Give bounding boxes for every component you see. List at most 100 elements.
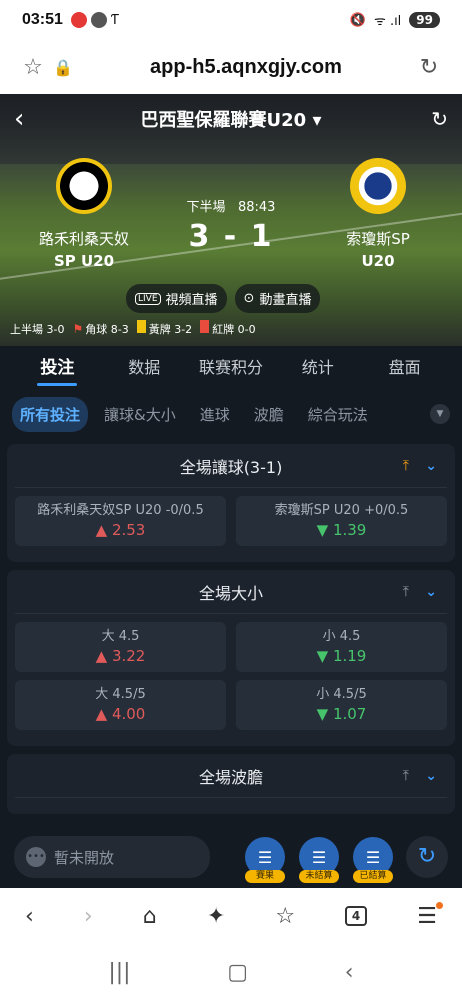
signal-icon: ᯤ .ıl bbox=[373, 14, 402, 29]
odds-number: 2.53 bbox=[111, 521, 146, 539]
odds-number: 4.00 bbox=[111, 705, 146, 723]
period-label: 下半場 bbox=[186, 200, 226, 215]
lock-icon: 🔒 bbox=[53, 57, 73, 77]
section-header[interactable]: 全場讓球(3-1) ⤒ ⌄ bbox=[15, 444, 447, 488]
notification-icons: Ƭ bbox=[70, 12, 119, 28]
home-button-icon[interactable]: ▢ bbox=[227, 960, 248, 985]
odds-value: ▼ 1.39 bbox=[316, 521, 367, 539]
home-team-logo bbox=[56, 158, 112, 214]
pin-top-icon[interactable]: ⤒ bbox=[403, 768, 409, 784]
results-button[interactable]: ☰ 賽果 bbox=[242, 837, 288, 883]
odds-button[interactable]: 小 4.5/5 ▼ 1.07 bbox=[236, 680, 447, 730]
red-cards-text: 紅牌 0-0 bbox=[212, 323, 256, 336]
away-team-logo bbox=[350, 158, 406, 214]
home-icon[interactable]: ⌂ bbox=[143, 904, 157, 929]
battery-indicator: 99 bbox=[409, 12, 440, 28]
reload-icon[interactable]: ↻ bbox=[414, 55, 444, 80]
yellow-cards-stat: 黃牌 3-2 bbox=[136, 320, 193, 337]
odds-row: 大 4.5 ▲ 3.22 小 4.5 ▼ 1.19 bbox=[15, 622, 447, 672]
subtab-correct-score[interactable]: 波膽 bbox=[246, 397, 292, 432]
chat-input-disabled[interactable]: ••• 暫未開放 bbox=[14, 836, 210, 878]
match-center: 下半場 88:43 3 - 1 bbox=[150, 196, 312, 254]
tab-bets[interactable]: 投注 bbox=[14, 346, 101, 392]
yellow-card-icon bbox=[136, 320, 146, 333]
system-back-icon[interactable]: ‹ bbox=[345, 960, 354, 985]
home-team: 路禾利桑天奴 SP U20 bbox=[14, 158, 154, 272]
line-notification-icon bbox=[90, 12, 107, 28]
unsettled-button[interactable]: ☰ 未結算 bbox=[296, 837, 342, 883]
closed-label: 暫未開放 bbox=[54, 848, 115, 867]
odds-button[interactable]: 大 4.5/5 ▲ 4.00 bbox=[15, 680, 226, 730]
bottom-action-bar: ••• 暫未開放 ☰ 賽果 ☰ 未結算 ☰ 已結算 ↻ bbox=[0, 826, 462, 888]
menu-icon[interactable]: ☰ bbox=[417, 901, 443, 929]
video-live-label: 視頻直播 bbox=[165, 293, 218, 308]
match-header: ‹ 巴西聖保羅聯賽U20 ▾ ↻ 路禾利桑天奴 SP U20 下半場 88:43… bbox=[0, 94, 462, 346]
url-text[interactable]: app-h5.aqnxgjy.com bbox=[78, 56, 414, 79]
market-section-correct-score: 全場波膽 ⤒ ⌄ bbox=[7, 754, 455, 814]
bookmark-star-icon[interactable]: ☆ bbox=[18, 55, 48, 80]
refresh-icon[interactable]: ↻ bbox=[418, 107, 448, 131]
home-team-sub: SP U20 bbox=[53, 252, 115, 270]
tab-standings[interactable]: 联赛积分 bbox=[188, 346, 275, 392]
results-label: 賽果 bbox=[245, 870, 285, 883]
pin-top-icon[interactable]: ⤒ bbox=[403, 458, 409, 474]
bookmarks-star-icon[interactable]: ☆ bbox=[275, 904, 295, 929]
away-team-sub: U20 bbox=[361, 252, 395, 270]
tesla-icon: Ƭ bbox=[110, 12, 119, 28]
chevron-down-icon[interactable]: ⌄ bbox=[425, 768, 437, 784]
odds-row: 路禾利桑天奴SP U20 -0/0.5 ▲ 2.53 索瓊斯SP U20 +0/… bbox=[15, 496, 447, 546]
refresh-odds-icon[interactable]: ↻ bbox=[406, 836, 448, 878]
back-arrow-icon[interactable]: ‹ bbox=[14, 104, 44, 134]
subtab-all-bets[interactable]: 所有投注 bbox=[12, 396, 89, 432]
video-live-button[interactable]: LIVE 視頻直播 bbox=[126, 284, 227, 313]
main-tabs: 投注 数据 联赛积分 统计 盘面 bbox=[0, 346, 462, 392]
odds-value: ▲ 4.00 bbox=[95, 705, 146, 723]
odds-button[interactable]: 索瓊斯SP U20 +0/0.5 ▼ 1.39 bbox=[236, 496, 447, 546]
away-team: 索瓊斯SP U20 bbox=[308, 158, 448, 272]
mute-icon: 🔇 bbox=[349, 12, 366, 28]
tabs-count-icon[interactable]: 4 bbox=[345, 906, 368, 926]
odds-label: 大 4.5/5 bbox=[95, 687, 146, 702]
odds-number: 1.39 bbox=[332, 521, 367, 539]
browser-forward-icon[interactable]: › bbox=[84, 904, 93, 929]
first-half-score: 上半場 3-0 bbox=[10, 322, 65, 336]
odds-number: 1.19 bbox=[332, 647, 367, 665]
browser-toolbar: ‹ › ⌂ ✦ ☆ 4 ☰ bbox=[0, 888, 462, 944]
tab-data[interactable]: 数据 bbox=[101, 346, 188, 392]
odds-label: 小 4.5 bbox=[322, 629, 361, 644]
live-buttons: LIVE 視頻直播 ⊙ 動畫直播 bbox=[126, 284, 321, 313]
odds-label: 小 4.5/5 bbox=[316, 687, 367, 702]
section-title: 全場大小 bbox=[198, 583, 263, 603]
chevron-down-icon[interactable]: ⌄ bbox=[425, 458, 437, 474]
league-selector[interactable]: 巴西聖保羅聯賽U20 ▾ bbox=[44, 106, 418, 132]
unsettled-label: 未結算 bbox=[299, 870, 339, 883]
settled-button[interactable]: ☰ 已結算 bbox=[350, 837, 396, 883]
subtab-goals[interactable]: 進球 bbox=[192, 397, 238, 432]
yellow-cards-text: 黃牌 3-2 bbox=[148, 323, 193, 336]
section-header[interactable]: 全場波膽 ⤒ ⌄ bbox=[15, 754, 447, 798]
match-period: 下半場 88:43 bbox=[150, 196, 312, 215]
odds-label: 索瓊斯SP U20 +0/0.5 bbox=[274, 503, 409, 518]
tab-market[interactable]: 盘面 bbox=[361, 346, 448, 392]
animation-live-button[interactable]: ⊙ 動畫直播 bbox=[234, 284, 321, 313]
section-title: 全場波膽 bbox=[198, 767, 263, 787]
more-tabs-dropdown-icon[interactable]: ▼ bbox=[430, 404, 450, 424]
browser-back-icon[interactable]: ‹ bbox=[25, 904, 34, 929]
tab-statistics[interactable]: 统计 bbox=[274, 346, 361, 392]
section-header[interactable]: 全場大小 ⤒ ⌄ bbox=[15, 570, 447, 614]
away-team-name: 索瓊斯SP bbox=[346, 230, 410, 248]
odds-button[interactable]: 路禾利桑天奴SP U20 -0/0.5 ▲ 2.53 bbox=[15, 496, 226, 546]
odds-value: ▲ 3.22 bbox=[95, 647, 146, 665]
odds-value: ▼ 1.19 bbox=[316, 647, 367, 665]
chevron-down-icon[interactable]: ⌄ bbox=[425, 584, 437, 600]
pin-top-icon[interactable]: ⤒ bbox=[403, 584, 409, 600]
match-score: 3 - 1 bbox=[188, 219, 274, 254]
odds-button[interactable]: 小 4.5 ▼ 1.19 bbox=[236, 622, 447, 672]
subtab-handicap-totals[interactable]: 讓球&大小 bbox=[96, 397, 184, 432]
subtab-combo[interactable]: 綜合玩法 bbox=[300, 397, 376, 432]
odds-button[interactable]: 大 4.5 ▲ 3.22 bbox=[15, 622, 226, 672]
recent-apps-icon[interactable]: ||| bbox=[108, 960, 130, 985]
sparkle-icon[interactable]: ✦ bbox=[207, 904, 225, 929]
match-stats: 上半場 3-0 ⚑ 角球 8-3 黃牌 3-2 紅牌 0-0 bbox=[10, 320, 256, 337]
browser-url-bar: ☆ 🔒 app-h5.aqnxgjy.com ↻ bbox=[0, 40, 462, 94]
